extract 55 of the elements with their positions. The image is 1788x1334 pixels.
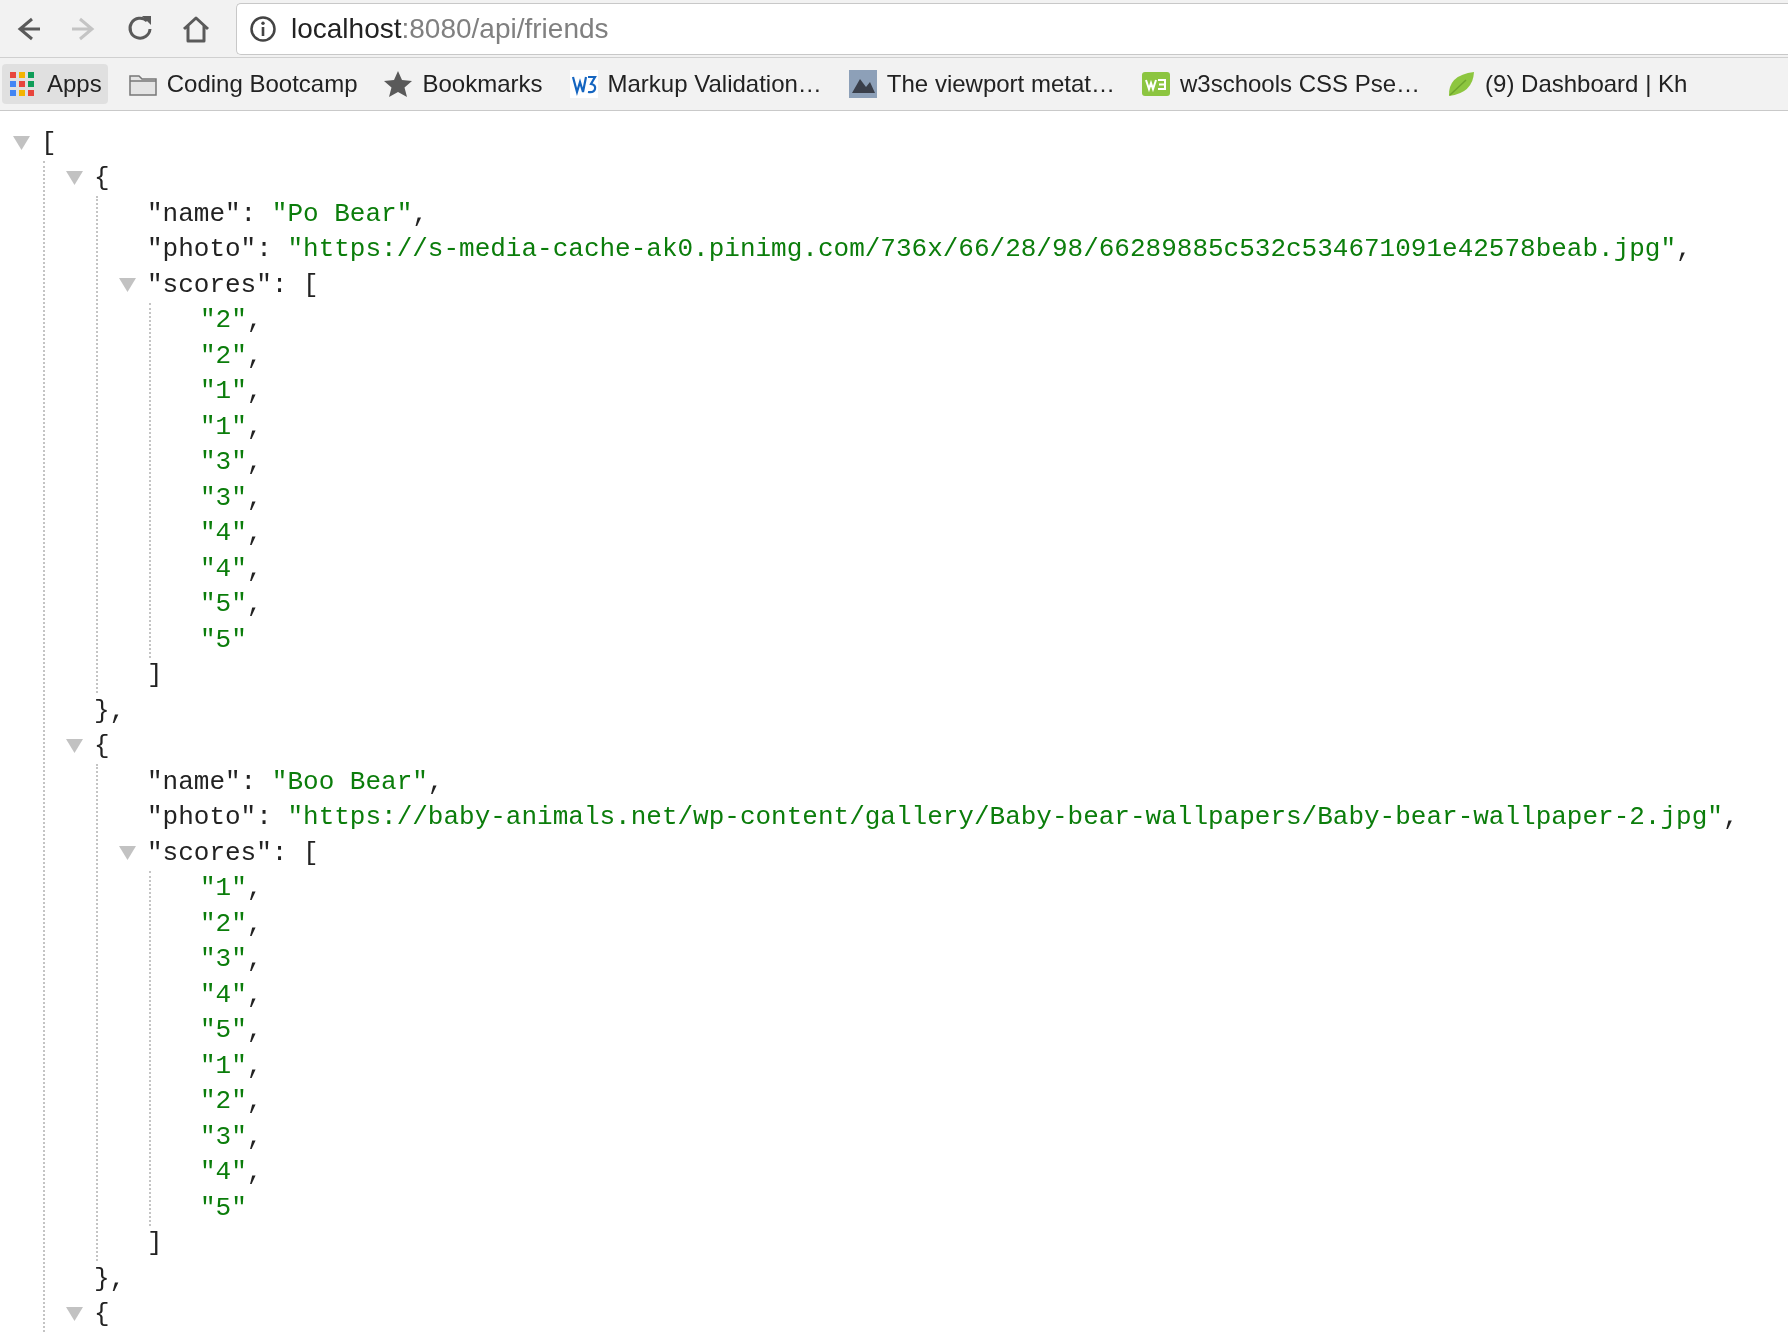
expand-arrow-icon[interactable]	[119, 845, 136, 860]
json-entry: "5"	[200, 624, 247, 655]
json-entry: "3",	[200, 944, 263, 975]
star-icon	[383, 69, 414, 99]
bracket-text: },	[94, 1263, 126, 1294]
expand-arrow-icon[interactable]	[66, 1307, 83, 1322]
logo-icon	[1140, 69, 1171, 99]
json-entry: "4",	[200, 1157, 263, 1188]
logo-icon	[568, 69, 599, 99]
json-entry: "1",	[200, 1050, 263, 1081]
json-entry: "name": "Boo Bear",	[147, 766, 444, 797]
picture-icon	[847, 69, 878, 99]
bookmark-item[interactable]: (9) Dashboard | Kh	[1440, 64, 1694, 104]
json-entry: "5",	[200, 589, 263, 620]
bookmark-item[interactable]: The viewport metat…	[841, 64, 1121, 104]
json-entry: "5",	[200, 1015, 263, 1046]
expand-arrow-icon[interactable]	[13, 135, 30, 150]
json-entry: "1",	[200, 376, 263, 407]
bracket-text: {	[94, 731, 110, 762]
json-entry: "2",	[200, 908, 263, 939]
json-entry: "2",	[200, 340, 263, 371]
json-entry: "name": "Po Bear",	[147, 198, 428, 229]
expand-arrow-icon[interactable]	[119, 277, 136, 292]
bookmark-item[interactable]: w3schools CSS Pse…	[1134, 64, 1427, 104]
json-entry: "3",	[200, 482, 263, 513]
bookmark-item[interactable]: Coding Bootcamp	[121, 64, 364, 104]
bookmark-item[interactable]: Markup Validation…	[562, 64, 828, 104]
bracket-text: },	[94, 695, 126, 726]
json-entry: "1",	[200, 411, 263, 442]
bracket-text: [	[41, 127, 57, 158]
url-text: localhost:8080/api/friends	[291, 12, 609, 45]
json-entry: "photo": "https://baby-animals.net/wp-content/gallery/Baby-bear-wallpapers/Baby-bear-wallpaper-2.jpg",	[147, 802, 1739, 833]
json-entry: "3",	[200, 1121, 263, 1152]
json-entry: "4",	[200, 518, 263, 549]
json-entry: "4",	[200, 553, 263, 584]
bracket-text: {	[94, 1299, 110, 1330]
json-entry: "2",	[200, 305, 263, 336]
leaf-icon	[1446, 69, 1477, 99]
bookmark-item[interactable]: Bookmarks	[377, 64, 549, 104]
bracket-text: ]	[147, 660, 163, 691]
bracket-text: ]	[147, 1228, 163, 1259]
json-entry: "photo": "https://s-media-cache-ak0.pinimg.com/736x/66/28/98/66289885c532c534671091e42578beab.jpg",	[147, 234, 1692, 265]
json-entry: "3",	[200, 447, 263, 478]
json-entry: "5"	[200, 1192, 247, 1223]
json-entry: "1",	[200, 873, 263, 904]
info-icon[interactable]	[249, 14, 277, 43]
json-entry: "4",	[200, 979, 263, 1010]
bookmark-item[interactable]: Apps	[2, 64, 108, 104]
address-field[interactable]: localhost:8080/api/friends	[236, 2, 1788, 55]
expand-arrow-icon[interactable]	[66, 171, 83, 186]
expand-arrow-icon[interactable]	[66, 739, 83, 754]
json-entry: "scores": [	[147, 837, 319, 868]
json-entry: "2",	[200, 1086, 263, 1117]
json-entry: "scores": [	[147, 269, 319, 300]
bracket-text: {	[94, 163, 110, 194]
